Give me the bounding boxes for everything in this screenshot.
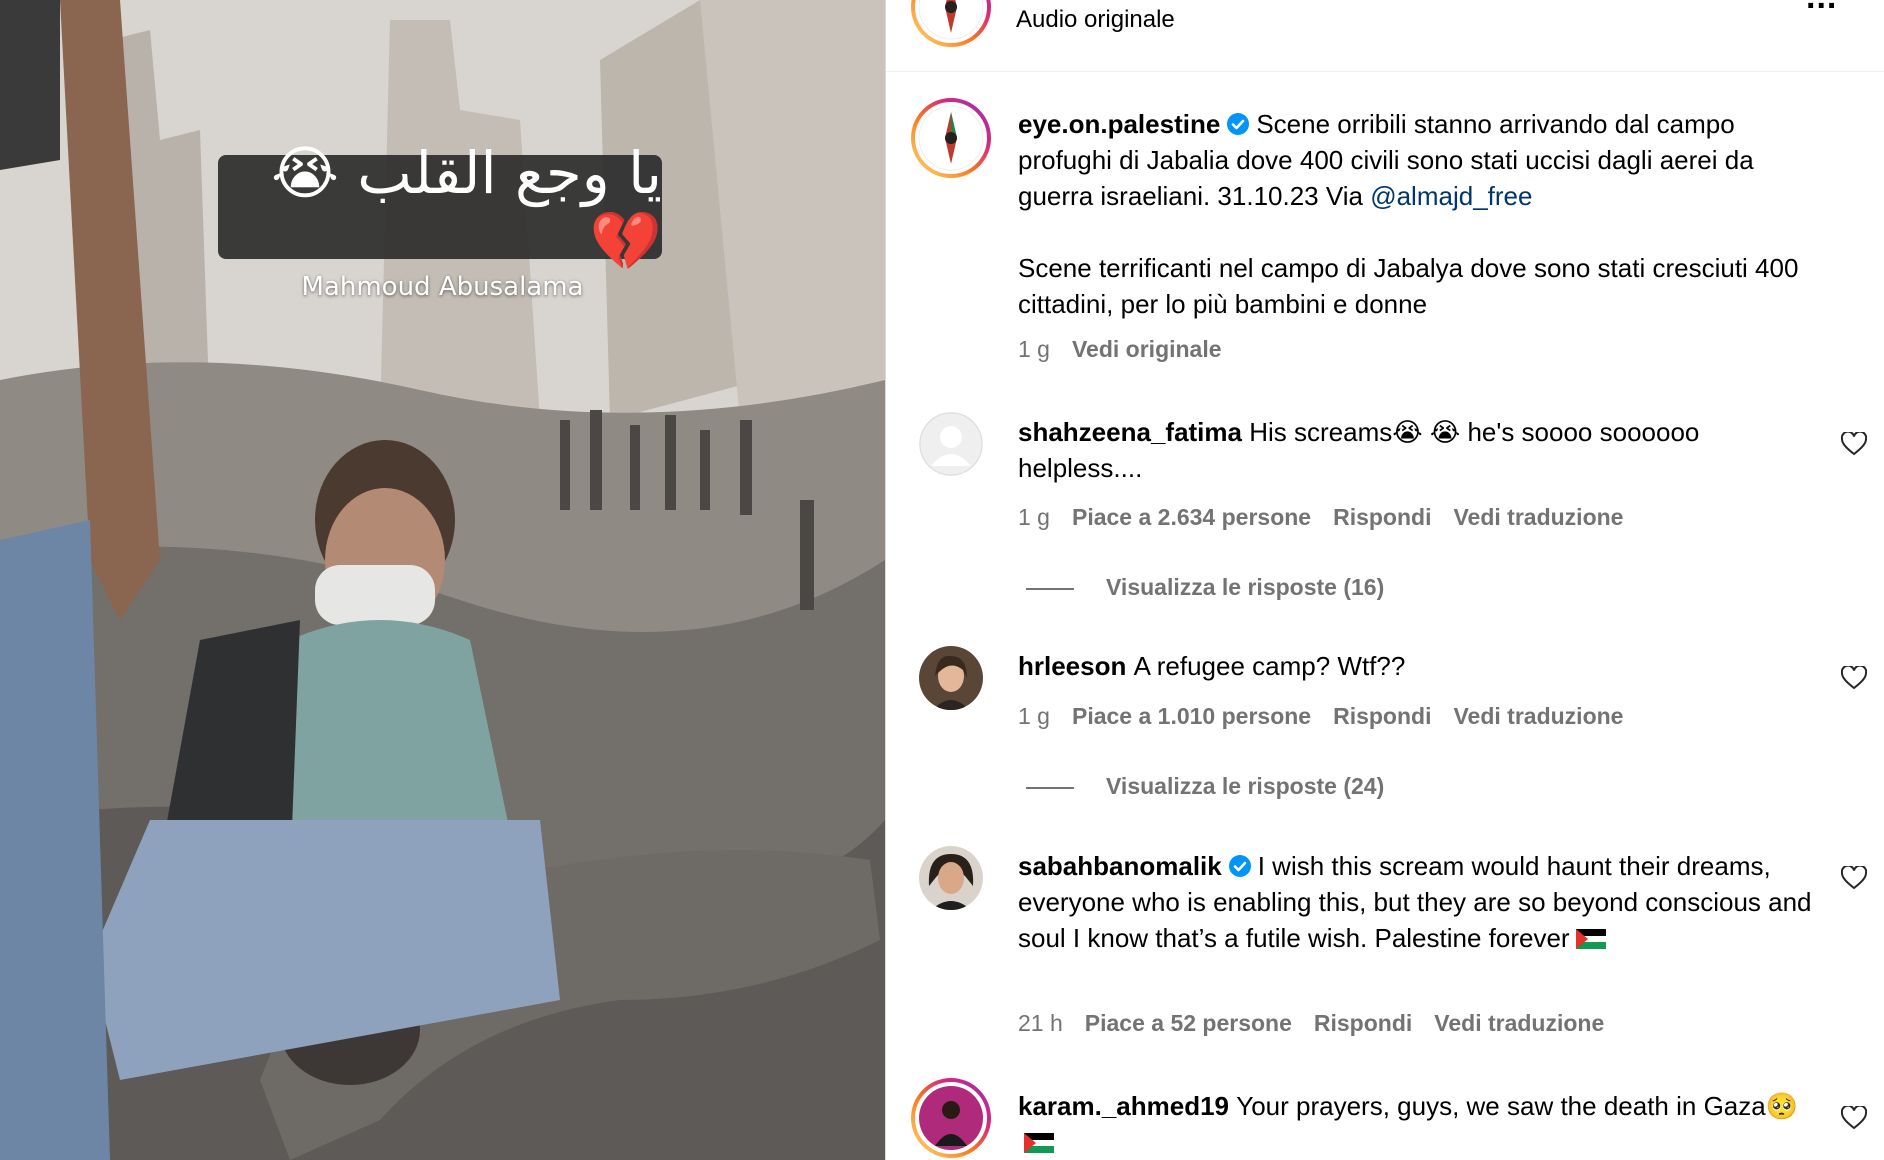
comment-text: A refugee camp? Wtf?? [1133,651,1406,681]
verified-badge-icon [1227,113,1250,135]
comment-body: sabahbanomalik I wish this scream would h… [1018,848,1828,956]
likes-count[interactable]: Piace a 2.634 persone [1072,504,1311,530]
see-original-button[interactable]: Vedi originale [1072,336,1222,362]
post-caption: eye.on.palestine Scene orribili stanno ar… [1018,106,1828,322]
replies-divider [1026,786,1074,789]
default-avatar-icon[interactable] [919,412,983,476]
comment-body: hrleeson A refugee camp? Wtf?? [1018,648,1828,684]
mention-link[interactable]: @almajd_free [1370,181,1532,211]
comment-username[interactable]: sabahbanomalik [1018,851,1222,881]
translate-button[interactable]: Vedi traduzione [1434,1010,1604,1036]
palestine-flag-icon [1575,929,1606,949]
comment-time: 21 h [1018,1010,1063,1036]
commenter-avatar[interactable] [911,1078,991,1158]
translate-button[interactable]: Vedi traduzione [1453,504,1623,530]
likes-count[interactable]: Piace a 1.010 persone [1072,703,1311,729]
commenter-avatar[interactable] [919,846,983,910]
more-options-icon[interactable]: ... [1806,0,1837,17]
comment-body: karam._ahmed19 Your prayers, guys, we sa… [1018,1088,1828,1160]
comment-meta: 21 h Piace a 52 persone Rispondi Vedi tradu… [1018,1010,1626,1037]
replies-divider [1026,587,1074,590]
caption-meta: 1 g Vedi originale [1018,336,1244,363]
view-replies-button[interactable]: Visualizza le risposte (24) [1026,773,1384,800]
commenter-avatar[interactable] [919,646,983,710]
comment-text: Your prayers, guys, we saw the death in … [1236,1091,1799,1121]
caption-time: 1 g [1018,336,1050,362]
comment-time: 1 g [1018,703,1050,729]
caption-translation: Scene terrificanti nel campo di Jabalya … [1018,253,1799,319]
comment-username[interactable]: karam._ahmed19 [1018,1091,1229,1121]
comment-username[interactable]: shahzeena_fatima [1018,417,1242,447]
video-text-sticker: يا وجع القلب 😭💔 [218,139,662,275]
original-audio-label[interactable]: Audio originale [1016,6,1175,34]
like-heart-icon[interactable] [1841,432,1867,456]
comment-meta: 1 g Piace a 1.010 persone Rispondi Vedi tra… [1018,703,1645,730]
palestine-flag-icon [1024,1133,1054,1153]
view-replies-label[interactable]: Visualizza le risposte (16) [1106,574,1384,600]
caption-author-avatar[interactable] [911,98,991,178]
like-heart-icon[interactable] [1841,866,1867,890]
video-credit-label: Mahmoud Abusalama [301,272,584,302]
comment-meta: 1 g Piace a 2.634 persone Rispondi Vedi tra… [1018,504,1645,531]
comment-username[interactable]: hrleeson [1018,651,1126,681]
translate-button[interactable]: Vedi traduzione [1453,703,1623,729]
caption-username[interactable]: eye.on.palestine [1018,109,1220,139]
like-heart-icon[interactable] [1841,1106,1867,1130]
comment-body: shahzeena_fatima His screams😭 😭 he's soo… [1018,414,1828,486]
reply-button[interactable]: Rispondi [1333,703,1431,729]
likes-count[interactable]: Piace a 52 persone [1085,1010,1292,1036]
verified-badge-icon [1228,855,1251,877]
author-avatar[interactable] [911,0,991,47]
post-header: Audio originale ... [886,0,1884,72]
reply-button[interactable]: Rispondi [1314,1010,1412,1036]
comments-panel: Audio originale ... eye.on.palestineScen… [885,0,1884,1160]
reel-video[interactable]: يا وجع القلب 😭💔 Mahmoud Abusalama [0,0,885,1160]
view-replies-label[interactable]: Visualizza le risposte (24) [1106,773,1384,799]
like-heart-icon[interactable] [1841,666,1867,690]
reply-button[interactable]: Rispondi [1333,504,1431,530]
comment-time: 1 g [1018,504,1050,530]
view-replies-button[interactable]: Visualizza le risposte (16) [1026,574,1384,601]
